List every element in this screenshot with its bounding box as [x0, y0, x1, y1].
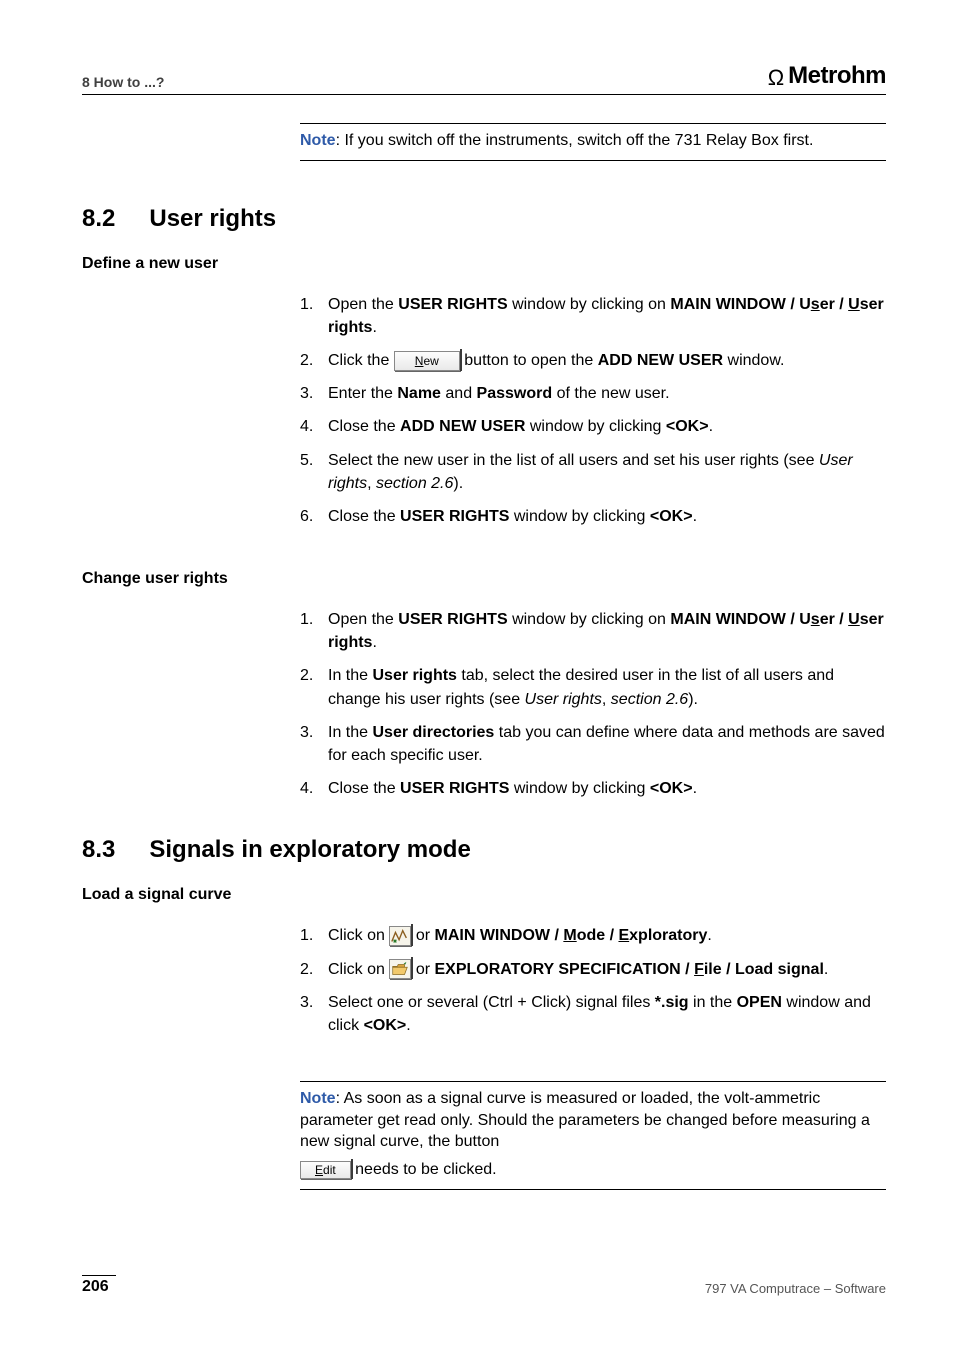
- heading-title: User rights: [149, 205, 276, 233]
- running-header: 8 How to ...? Ω Metrohm: [82, 62, 886, 95]
- running-title: 8 How to ...?: [82, 74, 164, 90]
- heading-title: Signals in exploratory mode: [149, 836, 470, 864]
- heading-8-3: 8.3 Signals in exploratory mode: [82, 836, 886, 864]
- instructions-define-user: Open the USER RIGHTS window by clicking …: [300, 293, 886, 529]
- subheading-load-signal: Load a signal curve: [82, 886, 886, 904]
- list-item: Enter the Name and Password of the new u…: [300, 382, 886, 405]
- note-relay-box: Note: If you switch off the instruments,…: [300, 123, 886, 161]
- exploratory-mode-icon[interactable]: [389, 926, 411, 946]
- list-item: Close the USER RIGHTS window by clicking…: [300, 505, 886, 528]
- page-number: 206: [82, 1275, 116, 1296]
- list-item: Close the ADD NEW USER window by clickin…: [300, 415, 886, 438]
- note-text-2: needs to be clicked.: [355, 1161, 496, 1178]
- heading-8-2: 8.2 User rights: [82, 205, 886, 233]
- subheading-define-user: Define a new user: [82, 255, 886, 273]
- brand-logo: Ω Metrohm: [768, 62, 886, 90]
- list-item: Open the USER RIGHTS window by clicking …: [300, 608, 886, 654]
- subheading-change-rights: Change user rights: [82, 570, 886, 588]
- list-item: Click on or EXPLORATORY SPECIFICATION / …: [300, 958, 886, 981]
- list-item: Select one or several (Ctrl + Click) sig…: [300, 991, 886, 1037]
- brand-name: Metrohm: [788, 62, 886, 90]
- list-item: Select the new user in the list of all u…: [300, 449, 886, 495]
- running-footer: 206 797 VA Computrace – Software: [82, 1275, 886, 1296]
- brand-omega-icon: Ω: [768, 67, 784, 89]
- list-item: In the User directories tab you can defi…: [300, 721, 886, 767]
- note-text: : If you switch off the instruments, swi…: [336, 132, 814, 149]
- list-item: Click the New button to open the ADD NEW…: [300, 349, 886, 372]
- new-button[interactable]: New: [394, 351, 460, 371]
- note-label: Note: [300, 132, 336, 149]
- instructions-change-rights: Open the USER RIGHTS window by clicking …: [300, 608, 886, 800]
- note-label: Note: [300, 1090, 336, 1107]
- list-item: Open the USER RIGHTS window by clicking …: [300, 293, 886, 339]
- edit-button[interactable]: Edit: [300, 1161, 351, 1179]
- instructions-load-signal: Click on or MAIN WINDOW / Mode / Explora…: [300, 924, 886, 1037]
- note-signal-curve: Note: As soon as a signal curve is measu…: [300, 1081, 886, 1189]
- note-text: : As soon as a signal curve is measured …: [300, 1090, 870, 1150]
- open-folder-icon[interactable]: [389, 959, 411, 979]
- list-item: Close the USER RIGHTS window by clicking…: [300, 777, 886, 800]
- list-item: In the User rights tab, select the desir…: [300, 664, 886, 710]
- list-item: Click on or MAIN WINDOW / Mode / Explora…: [300, 924, 886, 947]
- heading-number: 8.3: [82, 836, 115, 864]
- heading-number: 8.2: [82, 205, 115, 233]
- footer-title: 797 VA Computrace – Software: [705, 1281, 886, 1296]
